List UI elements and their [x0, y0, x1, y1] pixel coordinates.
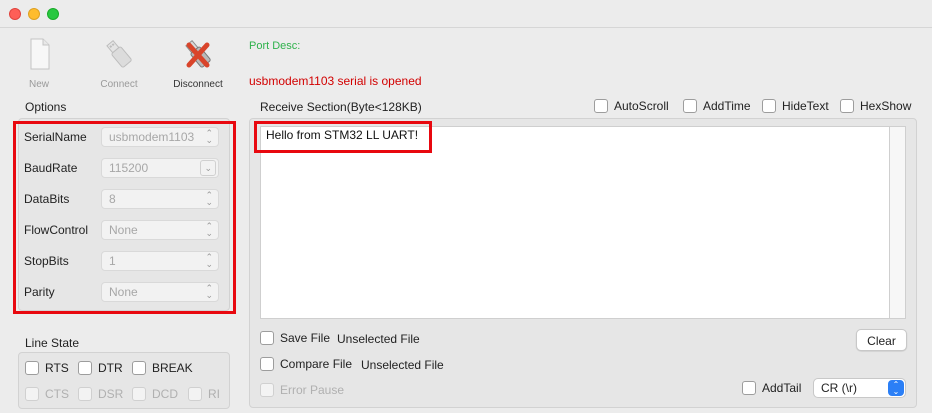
checkbox-box[interactable] [762, 99, 776, 113]
connect-button[interactable]: Connect [79, 36, 159, 90]
receive-text-area[interactable] [260, 126, 890, 319]
break-label: BREAK [152, 361, 193, 375]
port-description: Port Desc: [249, 40, 301, 52]
autoscroll-checkbox[interactable]: AutoScroll [594, 99, 669, 113]
ri-checkbox: RI [188, 387, 220, 401]
hidetext-label: HideText [782, 99, 829, 113]
compare-file-label: Compare File [280, 357, 353, 371]
checkbox-box[interactable] [25, 361, 39, 375]
cts-checkbox: CTS [25, 387, 69, 401]
checkbox-box[interactable] [594, 99, 608, 113]
save-file-checkbox[interactable]: Save File [260, 331, 330, 345]
dtr-checkbox[interactable]: DTR [78, 361, 123, 375]
updown-arrows-icon: ⌃ ⌄ [888, 380, 904, 396]
error-pause-checkbox: Error Pause [260, 383, 344, 397]
tail-value: CR (\r) [821, 381, 857, 395]
usb-disconnect-icon [185, 39, 211, 68]
error-pause-label: Error Pause [280, 383, 345, 397]
checkbox-box[interactable] [260, 357, 274, 371]
app-window: New Connect Disconnect Port Desc: usbmod… [0, 0, 932, 413]
addtail-checkbox[interactable]: AddTail [742, 381, 801, 395]
checkbox-box [188, 387, 202, 401]
checkbox-box[interactable] [683, 99, 697, 113]
checkbox-box[interactable] [132, 361, 146, 375]
status-message: usbmodem1103 serial is opened [249, 74, 422, 88]
new-button[interactable]: New [0, 36, 79, 90]
break-checkbox[interactable]: BREAK [132, 361, 193, 375]
dcd-label: DCD [152, 387, 178, 401]
addtime-checkbox[interactable]: AddTime [683, 99, 751, 113]
checkbox-box[interactable] [840, 99, 854, 113]
disconnect-label: Disconnect [173, 79, 223, 90]
cts-label: CTS [45, 387, 69, 401]
close-window-button[interactable] [9, 8, 21, 20]
rts-label: RTS [45, 361, 69, 375]
checkbox-box [132, 387, 146, 401]
receive-scrollbar[interactable] [890, 126, 906, 319]
options-title: Options [25, 100, 67, 114]
dsr-label: DSR [98, 387, 124, 401]
dsr-checkbox: DSR [78, 387, 123, 401]
rts-checkbox[interactable]: RTS [25, 361, 69, 375]
compare-file-checkbox[interactable]: Compare File [260, 357, 352, 371]
received-text-highlight-box [254, 121, 432, 153]
options-highlight-box [13, 121, 236, 314]
new-label: New [28, 79, 49, 90]
title-bar [0, 0, 932, 28]
zoom-window-button[interactable] [47, 8, 59, 20]
checkbox-box [78, 387, 92, 401]
new-document-icon [30, 38, 50, 70]
save-file-label: Save File [280, 331, 331, 345]
receive-section-title: Receive Section(Byte<128KB) [260, 100, 422, 114]
disconnect-button[interactable]: Disconnect [158, 36, 238, 90]
hexshow-label: HexShow [860, 99, 912, 113]
addtail-label: AddTail [762, 381, 802, 395]
checkbox-box[interactable] [260, 331, 274, 345]
autoscroll-label: AutoScroll [614, 99, 669, 113]
checkbox-box[interactable] [742, 381, 756, 395]
clear-button[interactable]: Clear [856, 329, 907, 351]
compare-file-path: Unselected File [361, 358, 444, 372]
checkbox-box [25, 387, 39, 401]
dtr-label: DTR [98, 361, 123, 375]
hexshow-checkbox[interactable]: HexShow [840, 99, 911, 113]
dcd-checkbox: DCD [132, 387, 178, 401]
addtime-label: AddTime [703, 99, 751, 113]
usb-plug-icon [106, 39, 132, 68]
hidetext-checkbox[interactable]: HideText [762, 99, 829, 113]
connect-label: Connect [100, 79, 138, 90]
tail-select[interactable]: CR (\r) ⌃ ⌄ [813, 378, 906, 398]
minimize-window-button[interactable] [28, 8, 40, 20]
checkbox-box [260, 383, 274, 397]
checkbox-box[interactable] [78, 361, 92, 375]
ri-label: RI [208, 387, 220, 401]
save-file-path: Unselected File [337, 332, 420, 346]
line-state-title: Line State [25, 336, 80, 350]
